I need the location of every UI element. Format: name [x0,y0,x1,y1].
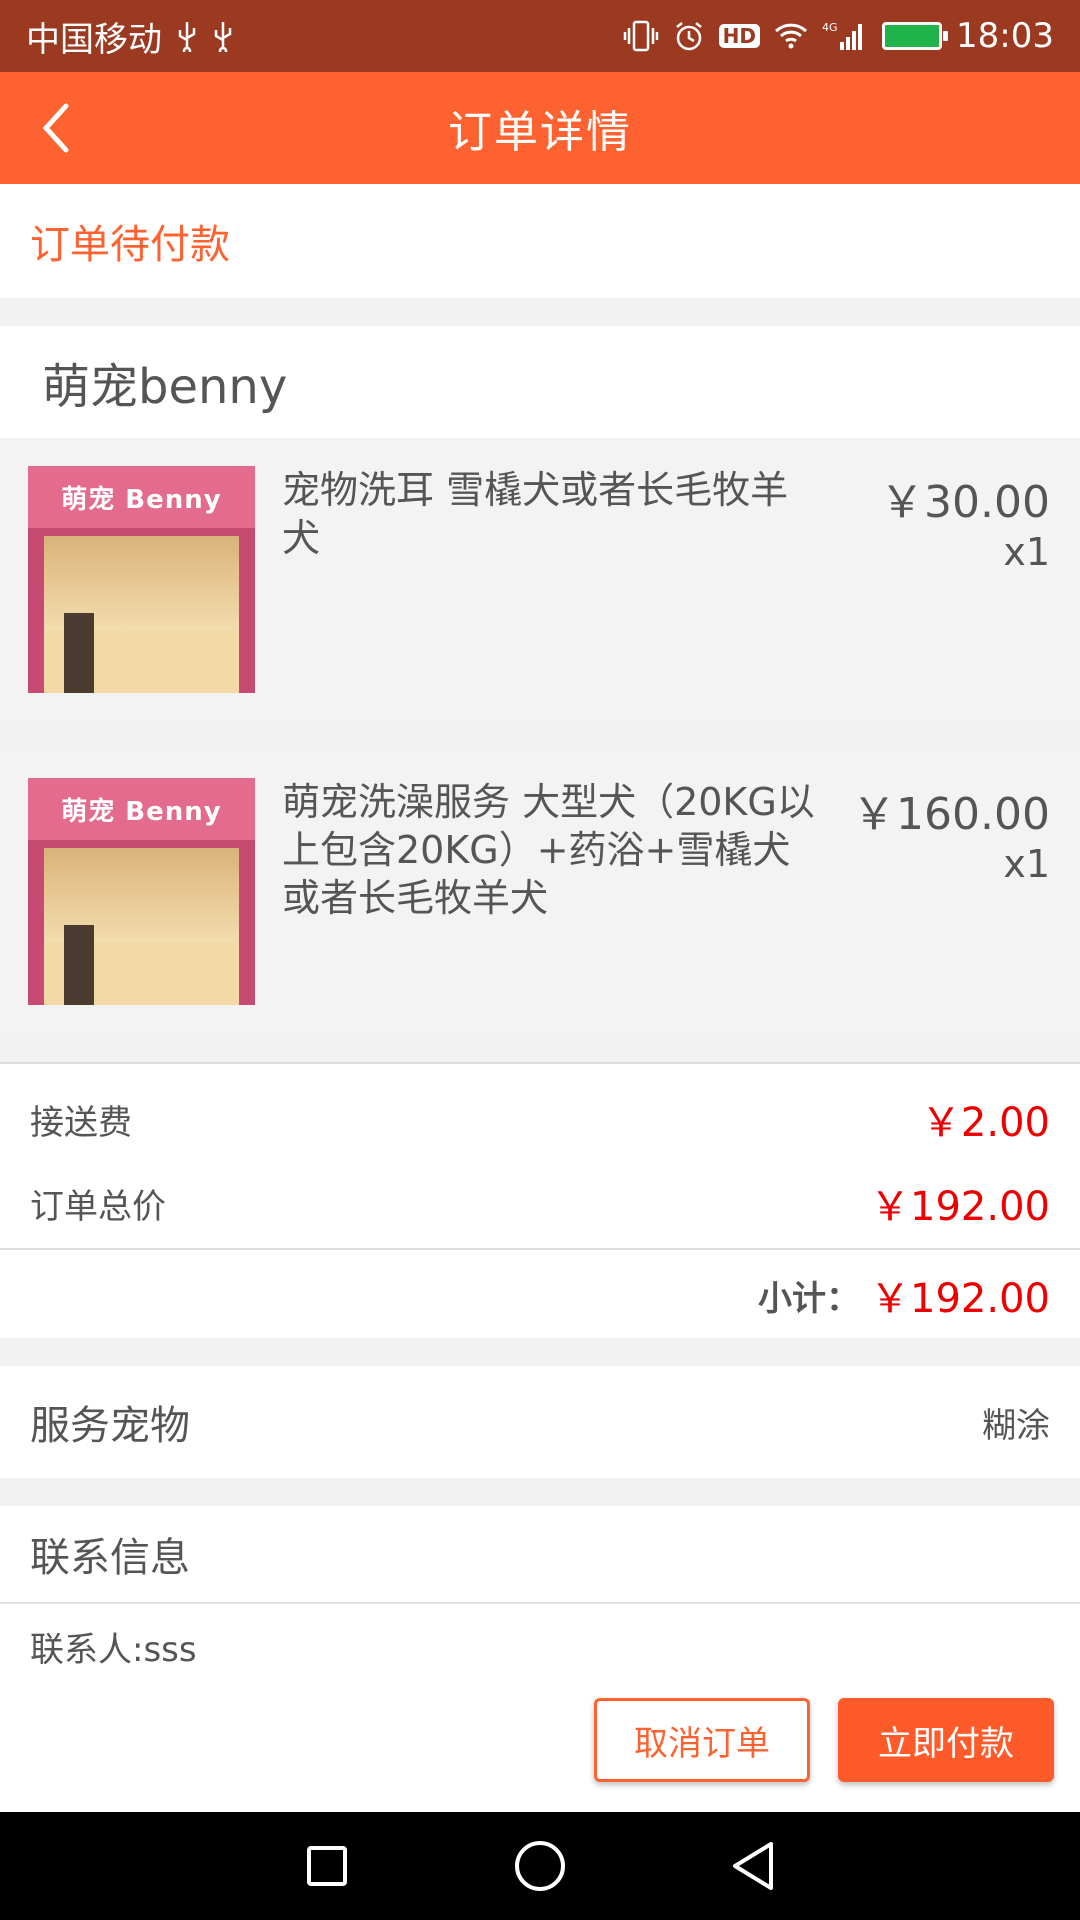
fee-summary: 接送费 ￥2.00 订单总价 ￥192.00 小计： ￥192.00 [0,1062,1080,1338]
battery-icon [882,22,949,50]
recent-apps-button[interactable] [292,1831,362,1901]
item-thumbnail: 萌宠 Benny [28,466,255,693]
order-total-value: ￥192.00 [870,1184,1050,1230]
item-name: 萌宠洗澡服务 大型犬（20KG以上包含20KG）+药浴+雪橇犬或者长毛牧羊犬 [282,780,815,920]
pay-now-button[interactable]: 立即付款 [838,1698,1054,1782]
delivery-fee-row: 接送费 ￥2.00 [0,1084,1080,1154]
order-item[interactable]: 萌宠 Benny 宠物洗耳 雪橇犬或者长毛牧羊犬 ￥30.00 x1 [0,438,1080,722]
home-button[interactable] [505,1831,575,1901]
contact-title: 联系信息 [0,1506,1080,1604]
item-price: ￥30.00 [880,477,1050,528]
service-pet-value: 糊涂 [982,1405,1050,1446]
item-name: 宠物洗耳 雪橇犬或者长毛牧羊犬 [282,468,789,560]
signal-icon: 4G [822,20,868,52]
delivery-fee-label: 接送费 [30,1102,132,1143]
page-title: 订单详情 [448,107,632,158]
back-nav-button[interactable] [718,1831,788,1901]
status-icons: HD 4G 18:03 [623,16,1054,56]
alarm-icon [673,20,705,52]
usb-icon [212,20,234,52]
status-bar: 中国移动 HD 4G 18:03 [0,0,1080,72]
shop-header[interactable]: 萌宠benny [0,326,1080,438]
subtotal-value: ￥192.00 [870,1276,1050,1322]
divider [0,1248,1080,1250]
subtotal-label: 小计： [758,1278,861,1319]
vibrate-icon [623,20,659,52]
shop-sign: 萌宠 Benny [28,778,255,840]
back-button[interactable] [18,90,94,166]
usb-icon [176,20,198,52]
order-detail-screen: 中国移动 HD 4G 18:03 订单详情 订单待付款 萌宠benny 萌宠 B… [0,0,1080,1920]
carrier-group: 中国移动 [26,12,234,61]
square-icon [306,1846,347,1886]
order-status: 订单待付款 [0,184,1080,298]
shop-name: 萌宠benny [42,359,288,415]
service-pet-label: 服务宠物 [30,1403,190,1449]
subtotal-row: 小计： ￥192.00 [0,1260,1080,1330]
app-bar: 订单详情 [0,72,1080,184]
chevron-left-icon [42,103,69,153]
system-nav-bar [0,1812,1080,1920]
clock: 18:03 [956,16,1054,56]
delivery-fee-value: ￥2.00 [920,1100,1050,1146]
shop-sign: 萌宠 Benny [28,466,255,528]
order-item[interactable]: 萌宠 Benny 萌宠洗澡服务 大型犬（20KG以上包含20KG）+药浴+雪橇犬… [0,750,1080,1034]
cancel-order-button[interactable]: 取消订单 [594,1698,810,1782]
carrier-name: 中国移动 [26,19,162,60]
hd-icon: HD [718,24,761,48]
network-type-label: 4G [822,21,838,34]
item-quantity: x1 [1003,842,1050,886]
item-quantity: x1 [1003,530,1050,574]
triangle-back-icon [733,1842,774,1890]
order-total-row: 订单总价 ￥192.00 [0,1168,1080,1238]
order-total-label: 订单总价 [30,1186,166,1227]
order-status-text: 订单待付款 [30,222,230,268]
item-price: ￥160.00 [852,789,1050,840]
item-thumbnail: 萌宠 Benny [28,778,255,1005]
service-pet-row[interactable]: 服务宠物 糊涂 [0,1366,1080,1478]
contact-person: 联系人:sss [30,1630,197,1670]
circle-icon [514,1841,565,1891]
wifi-icon [774,22,808,50]
